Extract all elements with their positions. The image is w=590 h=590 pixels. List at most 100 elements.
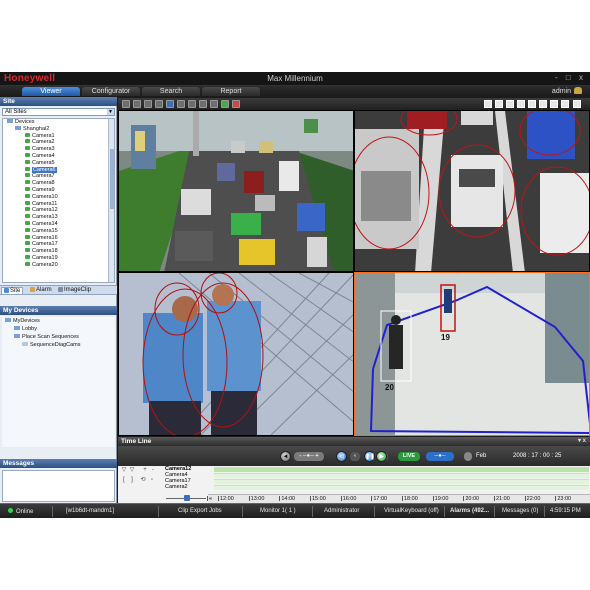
video-tile-guards[interactable]	[118, 272, 354, 436]
scale-left-arrow[interactable]: «	[207, 496, 212, 502]
play-button[interactable]: ▶	[376, 451, 387, 462]
fullscreen-icon[interactable]	[177, 100, 185, 108]
tree-camera-item[interactable]: Camera8	[5, 180, 114, 187]
rewind-button[interactable]: ◄	[280, 451, 291, 462]
settings-icon[interactable]	[188, 100, 196, 108]
tab-viewer[interactable]: Viewer	[22, 87, 80, 96]
timeline-track-1[interactable]	[214, 467, 589, 472]
tree-camera-item[interactable]: Camera2	[5, 139, 114, 146]
my-devices-tree[interactable]: MyDevices Lobby Place Scan Sequences Seq…	[2, 317, 115, 447]
tree-node-devices[interactable]: Devices	[5, 119, 114, 126]
tree-scrollbar[interactable]	[108, 119, 114, 282]
site-tree[interactable]: Devices Shanghai2 Camera1 Camera2 Camera3 Cam…	[2, 118, 115, 283]
tree-camera-item[interactable]: Camera10	[5, 193, 114, 201]
layout-1x1-icon[interactable]	[484, 100, 492, 108]
loop-icon[interactable]: ⟲	[140, 477, 146, 483]
tree-camera-item[interactable]: Camera20	[5, 261, 114, 269]
snapshot-icon[interactable]	[122, 100, 130, 108]
seek-slider[interactable]: ─●─	[426, 452, 454, 461]
tree-node-mydevices[interactable]: MyDevices	[2, 317, 115, 325]
record-icon[interactable]	[133, 100, 141, 108]
tree-camera-item[interactable]: Camera4	[5, 152, 114, 160]
tab-search[interactable]: Search	[142, 87, 200, 96]
tree-camera-item[interactable]: Camera9	[5, 186, 114, 194]
marker-icon[interactable]: ▽	[121, 467, 127, 473]
video-tile-traffic[interactable]	[118, 110, 354, 272]
clip-export-jobs[interactable]: Clip Export Jobs	[178, 508, 222, 514]
tree-camera-item[interactable]: Camera19	[5, 254, 114, 262]
monitor-status[interactable]: Monitor 1( 1 )	[260, 508, 296, 514]
tree-camera-item[interactable]: Camera3	[5, 146, 114, 153]
tree-camera-item[interactable]: Camera17	[5, 241, 114, 248]
tree-camera-item[interactable]: Camera5	[5, 159, 114, 167]
tab-configurator[interactable]: Configurator	[82, 87, 140, 96]
tree-camera-item[interactable]: Camera1	[5, 132, 114, 140]
user-menu[interactable]: admin	[552, 87, 582, 95]
zoom-out-icon[interactable]: -	[150, 467, 156, 473]
timeline-track-3[interactable]	[214, 479, 589, 484]
timeline-camera-4[interactable]: Camera2	[165, 484, 188, 491]
video-tile-parking[interactable]	[354, 110, 590, 272]
bookmark-icon[interactable]: ▽	[129, 467, 135, 473]
timeline-scale[interactable]: « 12:00 13:00 14:00 15:00 16:00 17:00 18:00 19:…	[208, 494, 590, 503]
layout-5x5-icon[interactable]	[550, 100, 558, 108]
hallway-camera-feed	[355, 273, 589, 435]
tree-camera-item[interactable]: Camera12	[5, 207, 114, 214]
messages-count[interactable]: Messages (0)	[502, 508, 538, 514]
site-filter-select[interactable]: All Sites ▼	[2, 108, 115, 116]
pause-button[interactable]: ❚❚	[364, 451, 375, 462]
alarms-count[interactable]: Alarms (492...	[450, 508, 489, 514]
scrollbar-thumb[interactable]	[110, 149, 114, 209]
tree-camera-item[interactable]: Camera6	[5, 166, 114, 174]
timeline-time[interactable]: 2008 : 17 : 00 : 25	[513, 453, 561, 459]
tree-camera-item[interactable]: Camera15	[5, 227, 114, 235]
tree-node-sequence-diag[interactable]: SequenceDiagCams	[2, 341, 115, 349]
calendar-icon[interactable]	[464, 452, 472, 461]
layout-1plus5-icon[interactable]	[528, 100, 536, 108]
alarm-toolbar-icon[interactable]	[232, 100, 240, 108]
audio-icon[interactable]	[155, 100, 163, 108]
step-back-button[interactable]: ◁	[336, 451, 347, 462]
layout-1plus7-icon[interactable]	[539, 100, 547, 108]
zoom-icon[interactable]	[166, 100, 174, 108]
panel-tab-alarm[interactable]: Alarm	[30, 287, 52, 294]
zoom-in-icon[interactable]: +	[142, 467, 148, 473]
messages-list[interactable]	[2, 470, 115, 502]
tree-camera-item[interactable]: Camera14	[5, 220, 114, 228]
window-controls[interactable]: - □ x	[555, 73, 586, 82]
timeline-collapse-icon[interactable]: ▾ x	[578, 437, 586, 446]
tree-node-sequences[interactable]: Place Scan Sequences	[2, 333, 115, 341]
timeline-track-4[interactable]	[214, 485, 589, 490]
tree-node-lobby[interactable]: Lobby	[2, 325, 115, 333]
chevron-down-icon[interactable]: ▼	[107, 109, 114, 115]
layout-4x4-icon[interactable]	[517, 100, 525, 108]
print-icon[interactable]	[210, 100, 218, 108]
export-icon[interactable]	[199, 100, 207, 108]
layout-custom-icon[interactable]	[561, 100, 569, 108]
play-icon[interactable]	[221, 100, 229, 108]
timeline-track-2[interactable]	[214, 473, 589, 478]
timeline-zoom-slider[interactable]	[166, 495, 206, 501]
video-tile-hallway[interactable]: 20 19	[354, 272, 590, 436]
tree-camera-item[interactable]: Camera11	[5, 200, 114, 208]
tree-camera-item[interactable]: Camera7	[5, 173, 114, 180]
virtual-keyboard-toggle[interactable]: VirtualKeyboard (off)	[384, 508, 439, 514]
layout-3x3-icon[interactable]	[506, 100, 514, 108]
panel-tab-site[interactable]: Site	[1, 287, 24, 294]
tree-camera-item[interactable]: Camera18	[5, 248, 114, 255]
speed-slider[interactable]: - ─●─ +	[294, 452, 324, 461]
tab-report[interactable]: Report	[202, 87, 260, 96]
layout-2x2-icon[interactable]	[495, 100, 503, 108]
prev-icon[interactable]: [	[121, 477, 127, 483]
tree-node-group[interactable]: Shanghai2	[5, 125, 114, 133]
layout-sequence-icon[interactable]	[573, 100, 581, 108]
live-button[interactable]: LIVE	[398, 452, 420, 461]
tree-camera-item[interactable]: Camera13	[5, 214, 114, 221]
export-clip-icon[interactable]: ▫	[149, 477, 155, 483]
tree-camera-item[interactable]: Camera16	[5, 234, 114, 242]
next-icon[interactable]: ]	[129, 477, 135, 483]
frame-back-button[interactable]: ‹	[350, 452, 360, 461]
ptz-icon[interactable]	[144, 100, 152, 108]
panel-tab-imageclip[interactable]: ImageClip	[58, 287, 91, 294]
camera-icon	[25, 180, 30, 185]
